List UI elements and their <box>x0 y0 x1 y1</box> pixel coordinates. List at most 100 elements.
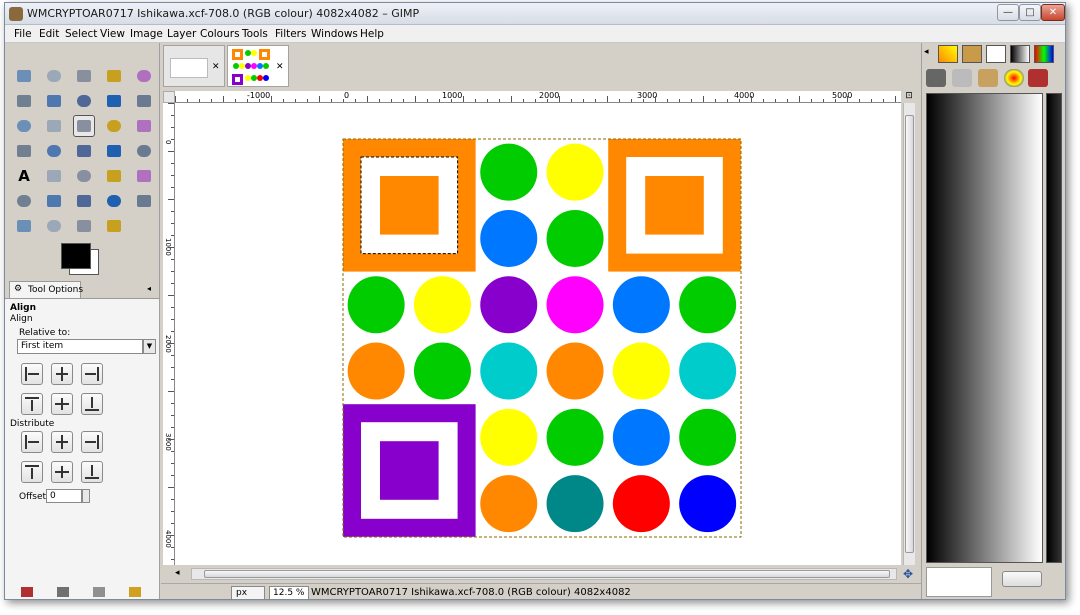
close-icon[interactable]: ✕ <box>212 62 220 72</box>
offset-input[interactable]: 0 <box>46 489 82 503</box>
ink-tool[interactable] <box>73 190 95 212</box>
zoom-tool[interactable] <box>133 90 155 112</box>
distribute-top-button[interactable] <box>21 461 43 483</box>
chevron-down-icon[interactable]: ▼ <box>143 339 156 354</box>
image-tab-2[interactable]: ✕ <box>227 45 289 87</box>
foreground-color-swatch[interactable] <box>61 243 91 269</box>
zoom-to-fit-icon[interactable]: ⊡ <box>903 91 915 103</box>
gradients-tab-icon[interactable] <box>1010 45 1030 63</box>
align-tool[interactable] <box>73 115 95 137</box>
cage-tool[interactable] <box>133 140 155 162</box>
tab-tool-options[interactable]: ⚙ Tool Options <box>9 281 83 298</box>
heal-tool[interactable] <box>133 190 155 212</box>
image-tab-1[interactable]: ✕ <box>163 45 225 87</box>
panel-menu-icon[interactable]: ◂ <box>147 284 151 293</box>
menu-image[interactable]: Image <box>130 28 163 40</box>
reset-options-icon[interactable] <box>129 587 141 597</box>
pencil-tool[interactable] <box>103 165 125 187</box>
delete-options-icon[interactable] <box>93 587 105 597</box>
dock-menu-icon[interactable]: ◂ <box>924 47 929 57</box>
channels-tab-icon[interactable] <box>952 69 972 87</box>
relative-to-select[interactable]: First item <box>17 339 143 354</box>
menu-colours[interactable]: Colours <box>200 28 240 40</box>
paths-tab-icon[interactable] <box>978 69 998 87</box>
close-button[interactable]: ✕ <box>1041 4 1065 21</box>
perspective-clone-tool[interactable] <box>13 215 35 237</box>
offset-spinner[interactable] <box>82 489 90 503</box>
zoom-select[interactable]: 12.5 % <box>269 586 309 599</box>
fg-bg-colors[interactable] <box>55 239 113 279</box>
minimize-button[interactable]: — <box>997 4 1019 21</box>
edit-button[interactable] <box>1002 571 1042 587</box>
shear-tool[interactable] <box>43 140 65 162</box>
align-center-button[interactable] <box>51 363 73 385</box>
dodge-burn-tool[interactable] <box>103 215 125 237</box>
menu-tools[interactable]: Tools <box>242 28 268 40</box>
blur-tool[interactable] <box>43 215 65 237</box>
distribute-right-button[interactable] <box>81 431 103 453</box>
save-options-icon[interactable] <box>21 587 33 597</box>
brush-preview[interactable] <box>926 567 992 597</box>
align-right-button[interactable] <box>81 363 103 385</box>
palettes-tab-icon[interactable] <box>1034 45 1054 63</box>
vertical-scrollbar[interactable] <box>903 103 915 565</box>
fuzzy-select-tool[interactable] <box>103 65 125 87</box>
align-bottom-button[interactable] <box>81 393 103 415</box>
gradient-preview[interactable] <box>926 93 1043 563</box>
nav-left-icon[interactable]: ◂ <box>175 568 187 580</box>
rotate-tool[interactable] <box>133 115 155 137</box>
smudge-tool[interactable] <box>73 215 95 237</box>
color-picker-tool[interactable] <box>103 90 125 112</box>
horizontal-scroll-thumb[interactable] <box>204 570 890 578</box>
move-tool[interactable] <box>43 115 65 137</box>
vertical-ruler[interactable]: 01000200030004000 <box>163 103 175 565</box>
distribute-left-button[interactable] <box>21 431 43 453</box>
navigate-icon[interactable]: ✥ <box>903 567 917 581</box>
menu-windows[interactable]: Windows <box>311 28 358 40</box>
menu-view[interactable]: View <box>100 28 125 40</box>
image-canvas[interactable] <box>175 103 901 565</box>
align-middle-button[interactable] <box>51 393 73 415</box>
colors-tab-icon[interactable] <box>1004 69 1024 87</box>
eraser-tool[interactable] <box>13 190 35 212</box>
horizontal-ruler[interactable]: -1000 0 1000 2000 3000 4000 5000 <box>175 91 901 103</box>
distribute-center-button[interactable] <box>51 431 73 453</box>
menu-select[interactable]: Select <box>65 28 97 40</box>
paths-tool[interactable] <box>73 90 95 112</box>
foreground-select-tool[interactable] <box>43 90 65 112</box>
paintbrush-tool[interactable] <box>133 165 155 187</box>
history-tab-icon[interactable] <box>1028 69 1048 87</box>
blend-tool[interactable] <box>73 165 95 187</box>
menu-edit[interactable]: Edit <box>39 28 59 40</box>
close-icon[interactable]: ✕ <box>276 62 284 72</box>
ellipse-select-tool[interactable] <box>43 65 65 87</box>
rect-select-tool[interactable] <box>13 65 35 87</box>
scissors-select-tool[interactable] <box>13 90 35 112</box>
patterns-tab-icon[interactable] <box>938 45 958 63</box>
menu-file[interactable]: File <box>14 28 32 40</box>
gradient-preview-secondary[interactable] <box>1046 93 1062 563</box>
maximize-button[interactable]: □ <box>1019 4 1041 21</box>
by-color-select-tool[interactable] <box>133 65 155 87</box>
restore-options-icon[interactable] <box>57 587 69 597</box>
brush-shape-tab-icon[interactable] <box>986 45 1006 63</box>
horizontal-scrollbar[interactable] <box>191 568 897 580</box>
airbrush-tool[interactable] <box>43 190 65 212</box>
free-select-tool[interactable] <box>73 65 95 87</box>
layers-tab-icon[interactable] <box>926 69 946 87</box>
menu-help[interactable]: Help <box>360 28 384 40</box>
flip-tool[interactable] <box>103 140 125 162</box>
clone-tool[interactable] <box>103 190 125 212</box>
align-left-button[interactable] <box>21 363 43 385</box>
unit-select[interactable]: px <box>231 586 265 599</box>
menu-filters[interactable]: Filters <box>275 28 306 40</box>
distribute-middle-button[interactable] <box>51 461 73 483</box>
quick-mask-toggle[interactable] <box>163 91 175 103</box>
menu-layer[interactable]: Layer <box>167 28 196 40</box>
align-top-button[interactable] <box>21 393 43 415</box>
bucket-fill-tool[interactable] <box>43 165 65 187</box>
distribute-bottom-button[interactable] <box>81 461 103 483</box>
perspective-tool[interactable] <box>73 140 95 162</box>
crop-tool[interactable] <box>103 115 125 137</box>
brushes-tab-icon[interactable] <box>962 45 982 63</box>
